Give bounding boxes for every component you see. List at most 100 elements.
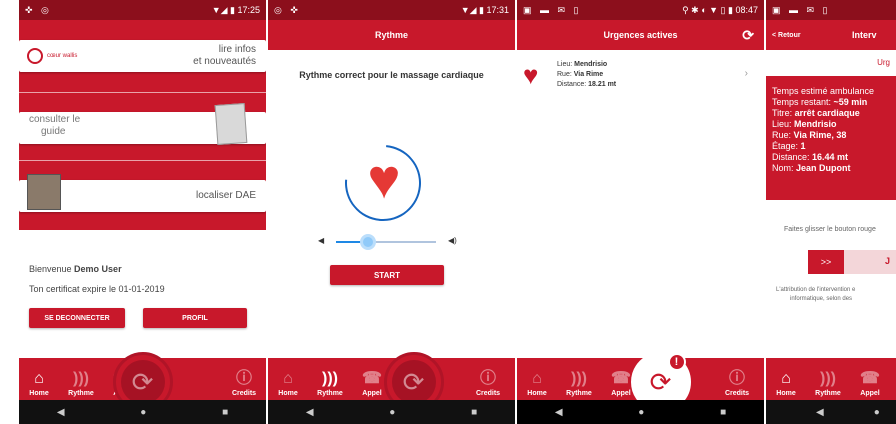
name-label: Nom: <box>772 163 797 173</box>
time-left-value: ~59 min <box>833 97 868 107</box>
nav-appel-label: Appel <box>362 390 382 397</box>
guide-book-icon <box>214 103 248 145</box>
rue-value: Via Rime <box>573 71 604 78</box>
rhythm-icon: ))) <box>571 370 587 387</box>
rue-label: Rue: <box>557 71 574 78</box>
floor-value: 1 <box>800 141 806 151</box>
rhythm-icon: ))) <box>322 370 338 387</box>
start-button[interactable]: START <box>330 265 444 285</box>
recents-icon[interactable]: ■ <box>720 407 726 418</box>
swipe-hint: Faites glisser le bouton rouge <box>784 226 876 233</box>
home-menu-panel: cœur wallis lire infos et nouveautés Ryt… <box>19 20 266 230</box>
recents-icon[interactable]: ■ <box>471 407 477 418</box>
refresh-cycle-icon: ⟳ <box>391 360 436 404</box>
distance-value: 18.21 mt <box>588 81 617 88</box>
logo-ring-icon <box>27 48 43 64</box>
heart-icon: ♥ <box>367 147 401 210</box>
volume-slider[interactable] <box>336 234 436 250</box>
nav-rythme[interactable]: ))) Rythme <box>310 370 350 397</box>
divider <box>19 92 266 93</box>
swipe-label-partial: J <box>884 256 890 266</box>
phone-icon: ☎ <box>362 370 382 387</box>
status-icons-right: ▼◢ ▮ 17:25 <box>211 4 260 15</box>
profile-button[interactable]: PROFIL <box>143 308 247 328</box>
home-circle-icon[interactable]: ● <box>638 407 644 418</box>
nav-home[interactable]: ⌂ Home <box>766 370 806 397</box>
app-bar-title: Urgences actives <box>603 30 678 40</box>
swipe-track[interactable]: >> J <box>808 250 896 274</box>
nav-credits-label: Credits <box>724 390 750 397</box>
emergency-list-item[interactable]: ♥ Lieu: Mendrisio Rue: Via Rime Distance… <box>517 60 764 96</box>
news-card-label: lire infos et nouveautés <box>193 44 256 68</box>
nav-home[interactable]: ⌂ Home <box>19 370 59 397</box>
nav-rythme[interactable]: ))) Rythme <box>808 370 848 397</box>
home-circle-icon[interactable]: ● <box>140 407 146 418</box>
welcome-username: Demo User <box>74 264 122 274</box>
status-icons-left: ◎ ✜ <box>274 4 301 15</box>
time-left-label: Temps restant: <box>772 97 834 107</box>
phone-screen-home: ✜ ◎ ▼◢ ▮ 17:25 cœur wallis lire infos et… <box>19 0 266 424</box>
home-circle-icon[interactable]: ● <box>874 407 880 418</box>
recents-icon[interactable]: ■ <box>222 407 228 418</box>
home-icon: ⌂ <box>532 370 542 387</box>
rhythm-message: Rythme correct pour le massage cardiaque <box>299 70 484 80</box>
logout-button[interactable]: SE DECONNECTER <box>29 308 125 328</box>
status-bar: ◎ ✜ ▼◢ ▮ 17:31 <box>268 0 515 20</box>
nav-rythme[interactable]: ))) Rythme <box>559 370 599 397</box>
swipe-handle[interactable]: >> <box>808 250 844 274</box>
status-icons-left: ▣ ▬ ✉ ▯ <box>523 4 582 15</box>
back-icon[interactable]: ◀ <box>306 407 314 418</box>
heart-icon: ♥ <box>523 60 539 90</box>
info-icon: ⓘ <box>235 370 252 387</box>
refresh-icon[interactable]: ⟳ <box>742 27 754 44</box>
floor-label: Étage: <box>772 141 801 151</box>
back-icon[interactable]: ◀ <box>555 407 563 418</box>
divider <box>19 160 266 161</box>
app-bar: < Retour Interv <box>766 20 896 50</box>
status-bar: ✜ ◎ ▼◢ ▮ 17:25 <box>19 0 266 20</box>
logo-text: cœur wallis <box>47 53 78 59</box>
rue-label: Rue: <box>772 130 794 140</box>
nav-home[interactable]: ⌂ Home <box>268 370 308 397</box>
volume-slider-knob[interactable] <box>360 234 376 250</box>
home-icon: ⌂ <box>283 370 293 387</box>
news-card[interactable]: cœur wallis lire infos et nouveautés <box>19 40 266 72</box>
footnote-line2: informatique, selon des <box>790 296 853 302</box>
app-bar-title: Rythme <box>268 20 515 50</box>
intervention-info-box: Temps estimé ambulance Temps restant: ~5… <box>766 76 896 200</box>
nav-credits-label: Credits <box>475 390 501 397</box>
aed-card-label: localiser DAE <box>195 190 256 201</box>
coeur-wallis-logo: cœur wallis <box>27 48 77 64</box>
title-label: Titre: <box>772 108 795 118</box>
nav-rythme-label: Rythme <box>317 390 343 397</box>
nav-appel[interactable]: ☎ Appel <box>850 370 890 397</box>
back-icon[interactable]: ◀ <box>816 407 824 418</box>
home-circle-icon[interactable]: ● <box>389 407 395 418</box>
nav-rythme[interactable]: ))) Rythme <box>61 370 101 397</box>
name-value: Jean Dupont <box>796 163 851 173</box>
status-icons-right: ⚲ ✱ ◐ ▼ ▯ ▮ 08:47 <box>682 4 758 15</box>
map-icon <box>27 174 61 210</box>
distance-label: Distance: <box>772 152 813 162</box>
guide-card-label: Rythme consulter le guide <box>29 114 80 138</box>
aed-locator-card[interactable]: localiser DAE <box>19 174 266 212</box>
nav-home-label: Home <box>776 390 796 397</box>
nav-home-label: Home <box>29 390 49 397</box>
status-icons-right: ▼◢ ▮ 17:31 <box>460 4 509 15</box>
ambulance-eta-line: Temps estimé ambulance <box>772 86 875 96</box>
refresh-cycle-icon: ⟳ <box>120 360 165 404</box>
nav-credits[interactable]: ⓘ Credits <box>224 370 264 397</box>
nav-credits[interactable]: ⓘ Credits <box>468 370 508 397</box>
back-link[interactable]: < Retour <box>772 32 801 39</box>
lieu-value: Mendrisio <box>794 119 837 129</box>
urgency-label: Urg <box>877 58 890 67</box>
nav-credits[interactable]: ⓘ Credits <box>717 370 757 397</box>
guide-card-label-line2: guide <box>41 126 66 137</box>
back-icon[interactable]: ◀ <box>57 407 65 418</box>
welcome-prefix: Bienvenue <box>29 264 75 274</box>
chevron-right-icon: › <box>744 68 748 79</box>
guide-card[interactable]: Rythme consulter le guide <box>19 103 266 145</box>
status-icons-left: ▣ ▬ ✉ ▯ <box>772 4 831 15</box>
distance-label: Distance: <box>557 81 589 88</box>
nav-home[interactable]: ⌂ Home <box>517 370 557 397</box>
